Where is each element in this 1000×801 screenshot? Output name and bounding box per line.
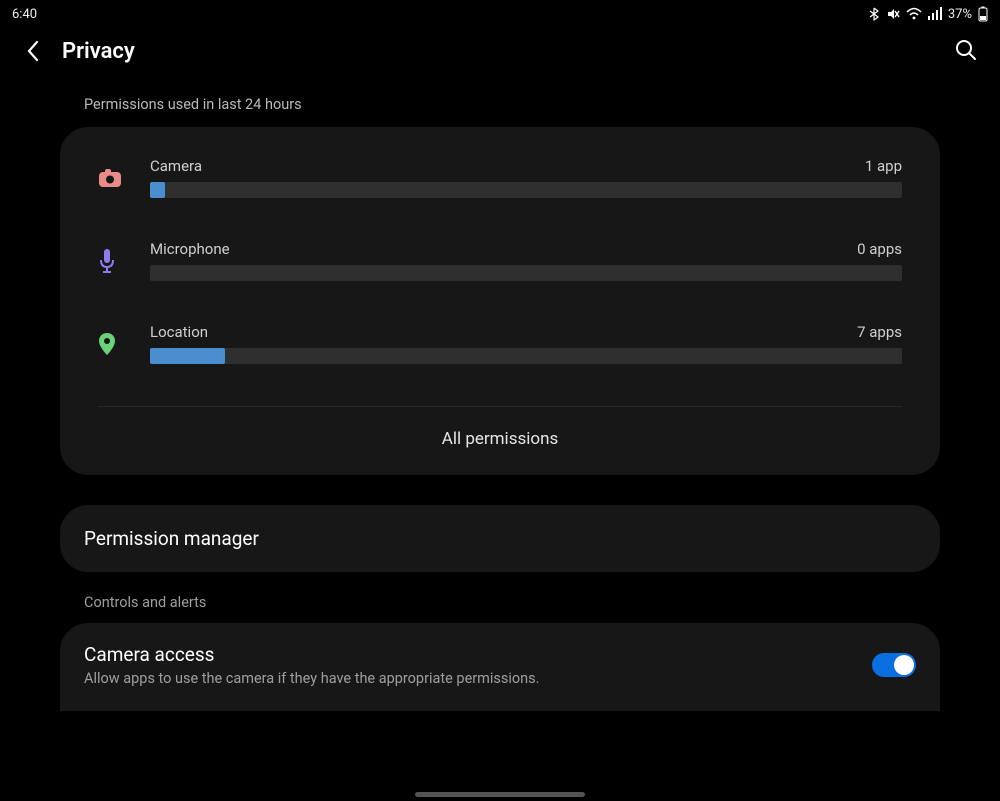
status-icons: 37% xyxy=(868,6,988,22)
all-permissions-button[interactable]: All permissions xyxy=(98,407,902,475)
battery-icon xyxy=(978,6,988,22)
header-bar: Privacy xyxy=(0,24,1000,74)
permissions-section-label: Permissions used in last 24 hours xyxy=(60,96,940,127)
permission-label: Location xyxy=(150,323,208,341)
page-title: Privacy xyxy=(62,39,954,64)
status-bar: 6:40 37% xyxy=(0,0,1000,24)
permission-row-camera[interactable]: Camera 1 app xyxy=(98,157,902,198)
bluetooth-icon xyxy=(868,7,880,21)
permission-count: 7 apps xyxy=(857,323,902,341)
wifi-icon xyxy=(906,7,922,21)
camera-access-toggle[interactable] xyxy=(872,653,916,677)
permission-manager-item[interactable]: Permission manager xyxy=(60,505,940,572)
status-time: 6:40 xyxy=(12,7,37,22)
permission-label: Microphone xyxy=(150,240,230,258)
camera-access-item[interactable]: Camera access Allow apps to use the came… xyxy=(60,623,940,711)
permission-label: Camera xyxy=(150,157,202,175)
search-icon xyxy=(954,38,978,62)
permission-usage-bar xyxy=(150,348,902,364)
battery-pct: 37% xyxy=(948,7,972,22)
camera-icon xyxy=(98,168,150,188)
permission-usage-bar xyxy=(150,182,902,198)
permission-usage-bar xyxy=(150,265,902,281)
permission-count: 0 apps xyxy=(857,240,902,258)
nav-handle[interactable] xyxy=(415,792,585,797)
content: Permissions used in last 24 hours Camera… xyxy=(0,74,1000,711)
camera-access-title: Camera access xyxy=(84,643,856,666)
permission-row-microphone[interactable]: Microphone 0 apps xyxy=(98,240,902,281)
controls-section-label: Controls and alerts xyxy=(60,572,940,623)
signal-icon xyxy=(928,7,942,21)
search-button[interactable] xyxy=(954,38,980,64)
permission-count: 1 app xyxy=(865,157,902,175)
mute-icon xyxy=(886,7,900,21)
camera-access-subtitle: Allow apps to use the camera if they hav… xyxy=(84,670,856,687)
permissions-usage-card: Camera 1 app Microphone 0 apps xyxy=(60,127,940,475)
back-button[interactable] xyxy=(20,38,46,64)
location-icon xyxy=(98,332,150,356)
chevron-left-icon xyxy=(26,40,40,62)
microphone-icon xyxy=(98,248,150,274)
permission-row-location[interactable]: Location 7 apps xyxy=(98,323,902,364)
